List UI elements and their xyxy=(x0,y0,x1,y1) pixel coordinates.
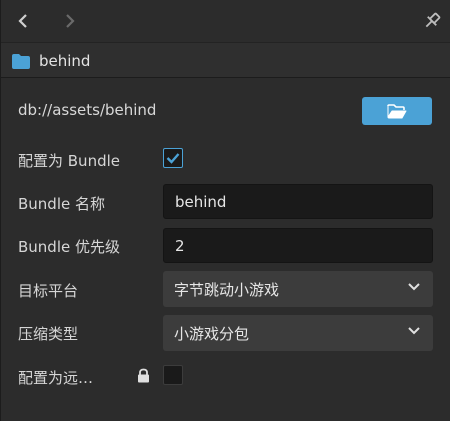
compression-type-select[interactable]: 小游戏分包 xyxy=(163,315,433,351)
bundle-name-input[interactable]: behind xyxy=(163,184,433,219)
chevron-left-icon xyxy=(18,14,27,28)
forward-button[interactable] xyxy=(57,8,83,34)
is-bundle-checkbox[interactable] xyxy=(163,148,183,168)
compression-type-value: 小游戏分包 xyxy=(174,325,250,343)
asset-name: behind xyxy=(39,52,91,70)
chevron-down-icon xyxy=(408,327,420,335)
asset-header: behind xyxy=(1,42,450,78)
pin-icon xyxy=(425,12,441,28)
properties-area: db://assets/behind 配置为 Bundle Bundle 名称 … xyxy=(1,79,450,421)
is-remote-label: 配置为远… xyxy=(18,369,94,387)
bundle-priority-label: Bundle 优先级 xyxy=(18,238,120,256)
folder-open-icon xyxy=(387,103,407,118)
is-remote-checkbox[interactable] xyxy=(163,365,183,385)
open-folder-button[interactable] xyxy=(362,97,432,125)
inspector-toolbar xyxy=(1,0,450,42)
target-platform-select[interactable]: 字节跳动小游戏 xyxy=(163,271,433,307)
compression-type-label: 压缩类型 xyxy=(18,325,79,343)
inspector-panel: behind db://assets/behind 配置为 Bundle Bun… xyxy=(0,0,450,421)
bundle-priority-input[interactable]: 2 xyxy=(163,228,433,263)
back-button[interactable] xyxy=(10,8,36,34)
chevron-right-icon xyxy=(66,14,75,28)
target-platform-label: 目标平台 xyxy=(18,282,79,300)
lock-icon xyxy=(138,368,149,383)
checkmark-icon xyxy=(166,153,180,164)
asset-path: db://assets/behind xyxy=(18,101,157,119)
is-bundle-label: 配置为 Bundle xyxy=(18,152,120,170)
folder-icon xyxy=(12,54,30,69)
bundle-name-label: Bundle 名称 xyxy=(18,195,105,213)
pin-button[interactable] xyxy=(420,9,444,33)
target-platform-value: 字节跳动小游戏 xyxy=(174,281,280,299)
chevron-down-icon xyxy=(408,283,420,291)
